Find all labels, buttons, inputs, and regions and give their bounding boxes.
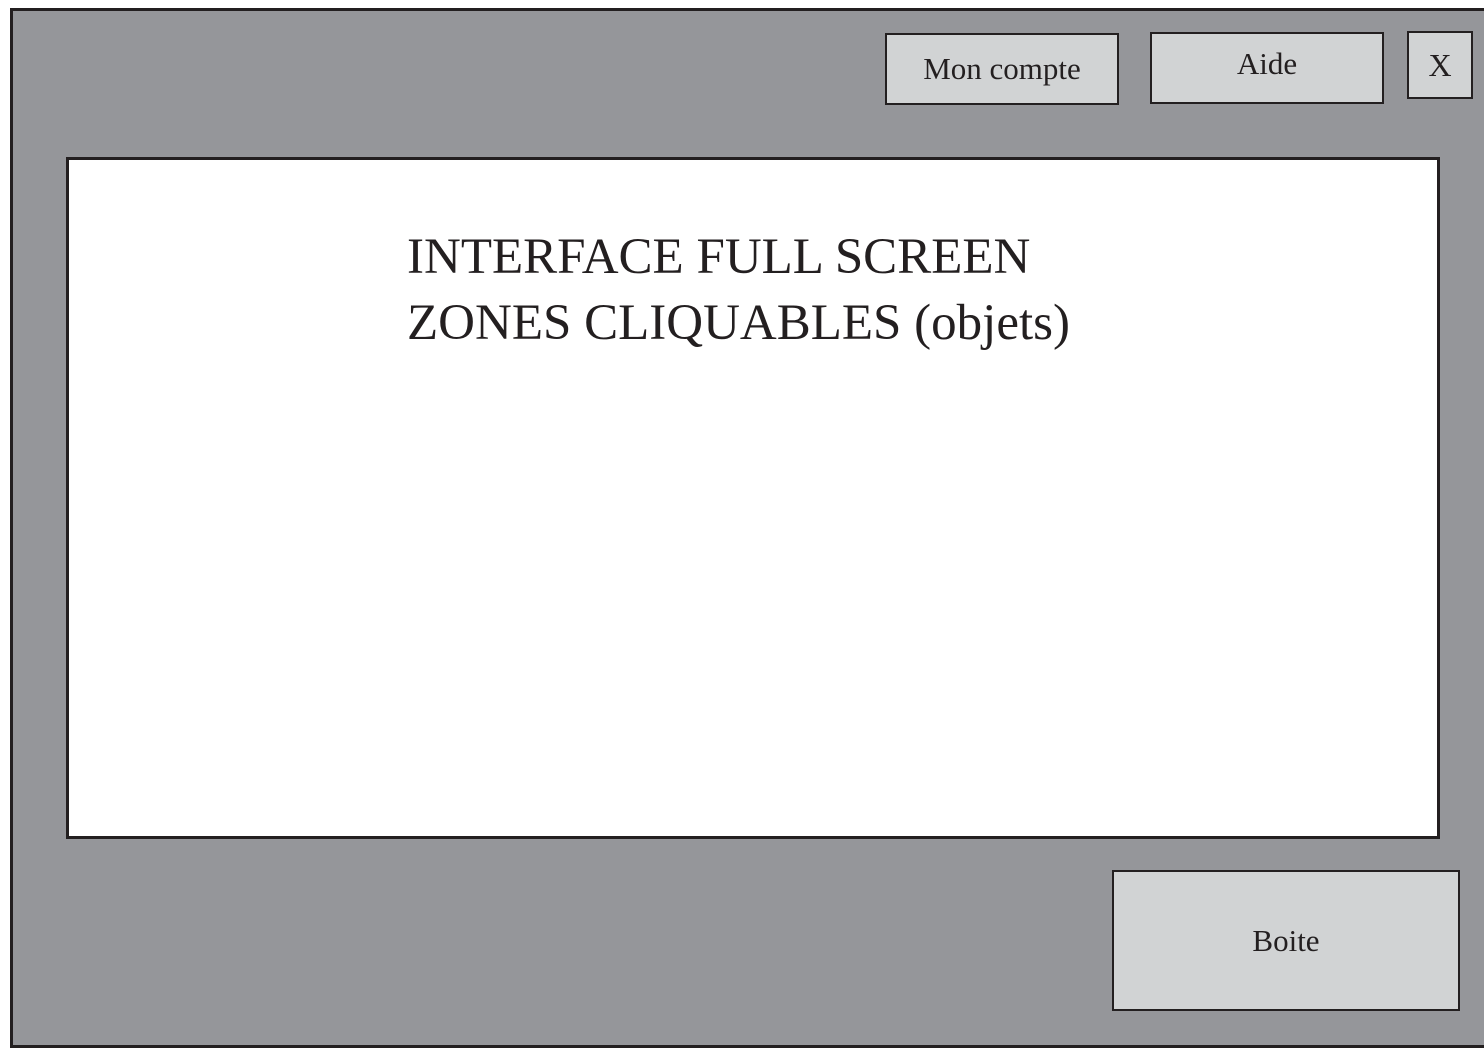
my-account-button[interactable]: Mon compte <box>885 33 1119 105</box>
fullscreen-interface-area[interactable]: INTERFACE FULL SCREEN ZONES CLIQUABLES (… <box>66 157 1440 839</box>
interface-description: INTERFACE FULL SCREEN ZONES CLIQUABLES (… <box>407 224 1070 356</box>
help-button[interactable]: Aide <box>1150 32 1384 104</box>
clickable-zones-line: ZONES CLIQUABLES (objets) <box>407 295 1070 351</box>
box-button[interactable]: Boite <box>1112 870 1460 1011</box>
interface-title-line: INTERFACE FULL SCREEN <box>407 229 1031 285</box>
close-button[interactable]: X <box>1407 31 1473 99</box>
